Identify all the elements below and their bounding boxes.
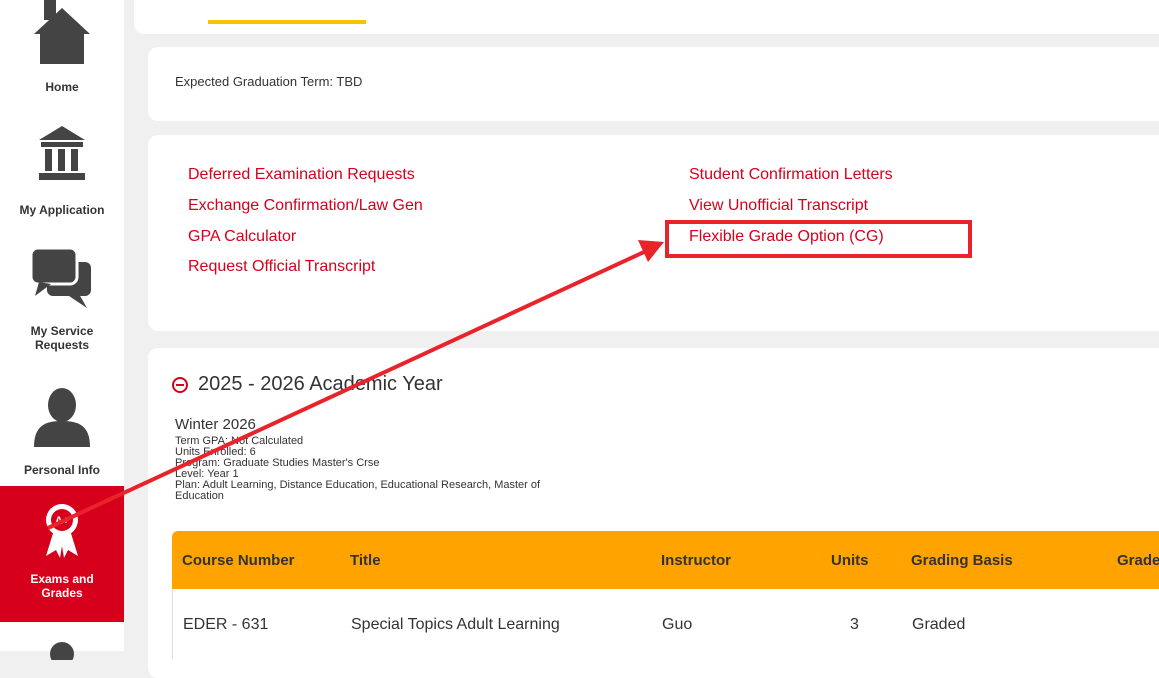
sidebar-item-label-text: Exams and Grades	[30, 572, 94, 600]
cell-instructor: Guo	[662, 616, 693, 633]
sidebar-item-label: My Application	[19, 203, 105, 217]
sidebar-item-exams-and-grades[interactable]: A+ Exams and Grades	[0, 486, 124, 622]
cell-title: Special Topics Adult Learning	[351, 616, 560, 633]
col-grading-basis: Grading Basis	[911, 552, 1013, 569]
academic-year-title: 2025 - 2026 Academic Year	[198, 373, 443, 395]
link-deferred-examination-requests[interactable]: Deferred Examination Requests	[188, 166, 415, 184]
links-panel: Deferred Examination Requests Exchange C…	[148, 135, 1159, 331]
collapse-minus-icon[interactable]	[172, 376, 188, 393]
sidebar-item-personal-info[interactable]: Personal Info	[0, 385, 124, 485]
chat-bubbles-icon	[29, 246, 91, 308]
badge-text: A+	[55, 515, 69, 527]
cell-units: 3	[850, 616, 859, 633]
table-row: EDER - 631 Special Topics Adult Learning…	[172, 589, 1159, 659]
expected-graduation-text: Expected Graduation Term: TBD	[175, 74, 363, 89]
cell-grading-basis: Graded	[912, 616, 966, 633]
link-gpa-calculator[interactable]: GPA Calculator	[188, 228, 296, 246]
home-icon	[34, 0, 90, 64]
award-ribbon-icon: A+	[46, 504, 78, 558]
course-table-header: Course Number Title Instructor Units Gra…	[172, 531, 1159, 589]
sidebar-item-my-service-requests[interactable]: My Service Requests	[0, 244, 124, 364]
col-title: Title	[350, 552, 381, 569]
sidebar-item-my-application[interactable]: My Application	[0, 120, 124, 220]
col-course-number: Course Number	[182, 552, 295, 569]
sidebar: Home My Application My Service Requests …	[0, 0, 124, 660]
sidebar-item-label: Personal Info	[23, 463, 100, 477]
link-request-official-transcript[interactable]: Request Official Transcript	[188, 258, 375, 276]
col-units: Units	[831, 552, 869, 569]
academic-year-panel: 2025 - 2026 Academic Year Winter 2026 Te…	[148, 348, 1159, 678]
sidebar-item-label-text: My Service Requests	[30, 324, 94, 352]
top-tabs-panel	[134, 0, 1159, 34]
col-grade: Grade	[1117, 552, 1159, 569]
col-instructor: Instructor	[661, 552, 732, 569]
person-icon	[34, 388, 90, 447]
graduation-panel: Expected Graduation Term: TBD	[148, 47, 1159, 121]
link-student-confirmation-letters[interactable]: Student Confirmation Letters	[689, 166, 893, 184]
sidebar-item-label: My Service Requests	[0, 324, 124, 352]
partial-nav-icon	[50, 642, 74, 660]
plan-continued: Education	[175, 490, 224, 502]
link-exchange-confirmation[interactable]: Exchange Confirmation/Law Gen	[188, 197, 423, 215]
sidebar-item-label: Exams and Grades	[0, 572, 124, 600]
term-title: Winter 2026	[175, 416, 256, 433]
active-tab-indicator	[208, 20, 366, 24]
cell-course-number: EDER - 631	[183, 616, 269, 633]
institution-icon	[39, 126, 85, 180]
academic-year-header[interactable]: 2025 - 2026 Academic Year	[172, 373, 443, 396]
sidebar-item-label: Home	[45, 80, 79, 94]
sidebar-item-home[interactable]: Home	[0, 0, 124, 100]
link-view-unofficial-transcript[interactable]: View Unofficial Transcript	[689, 197, 868, 215]
plan: Plan: Adult Learning, Distance Education…	[175, 479, 541, 491]
annotation-highlight-box	[665, 220, 972, 258]
